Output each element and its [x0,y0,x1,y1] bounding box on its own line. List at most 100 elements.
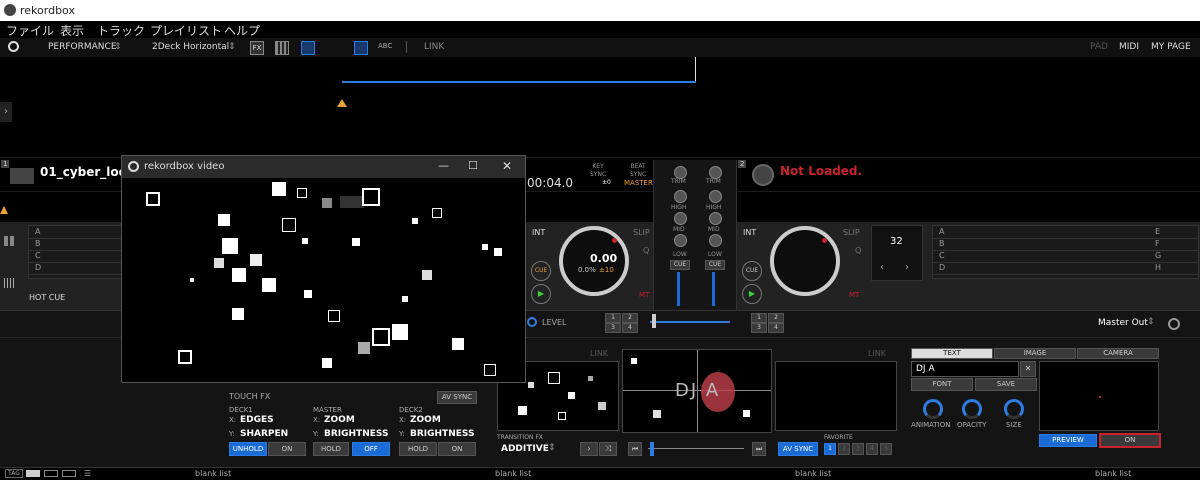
browser-list-2[interactable]: blank list [495,469,531,478]
maximize-icon[interactable]: ☐ [468,159,478,172]
mixer-icon[interactable] [301,41,315,55]
view-toggle-2[interactable] [44,470,58,477]
skip-back-icon[interactable]: ⏮ [628,442,642,456]
mode-chevron-icon[interactable]: ⇕ [114,42,122,52]
ch-button-r4[interactable]: 4 [768,323,784,333]
deck1-unhold-button[interactable]: UNHOLD [229,442,267,456]
deck2-cue-button[interactable]: CUE [742,261,762,281]
touch-fx-av-sync-button[interactable]: AV SYNC [437,391,477,404]
browser-list-4[interactable]: blank list [1095,469,1131,478]
ch1-high-knob[interactable] [674,212,687,225]
deck2-slip-button[interactable]: SLIP [843,228,860,237]
menu-help[interactable]: ヘルプ [224,22,260,39]
sampler-grid-icon[interactable] [275,41,289,55]
master-off-button[interactable]: OFF [352,442,390,456]
deck2-y-select[interactable]: BRIGHTNESS [410,429,474,439]
transition-fx-select[interactable]: ADDITIVE [501,444,549,454]
skip-forward-icon[interactable]: ⏭ [752,442,766,456]
clear-text-icon[interactable]: ✕ [1020,361,1036,377]
ch2-high-knob[interactable] [709,212,722,225]
deck2-hold-button[interactable]: HOLD [399,442,437,456]
tab-camera[interactable]: CAMERA [1077,348,1159,359]
minimize-icon[interactable]: — [438,159,449,172]
font-button[interactable]: FONT [911,378,973,391]
ch-button-1[interactable]: 1 [605,313,621,323]
ch-button-3[interactable]: 3 [605,323,621,333]
deck1-quantize-button[interactable]: Q [643,246,649,255]
ch1-fader[interactable] [677,272,680,306]
master-out-chevron-icon[interactable]: ⇕ [1147,317,1155,327]
list-view-icon[interactable]: ☰ [84,469,91,478]
menu-track[interactable]: トラック [97,22,145,39]
menu-playlist[interactable]: プレイリスト [150,22,222,39]
favorite-1[interactable]: 1 [824,443,836,455]
beat-right-icon[interactable]: › [905,262,909,273]
master-level-knob[interactable] [1168,318,1180,330]
transition-chevron-icon[interactable]: ⇕ [548,443,556,453]
layout-chevron-icon[interactable]: ⇕ [228,42,236,52]
ch1-cue-button[interactable]: CUE [670,260,690,270]
size-knob[interactable] [1004,399,1024,419]
text-on-button[interactable]: ON [1099,433,1161,448]
ch1-trim-knob[interactable] [674,166,687,179]
ch1-mid-knob[interactable] [674,234,687,247]
master-y-select[interactable]: BRIGHTNESS [324,429,388,439]
transition-slider-track[interactable] [648,448,744,449]
master-hold-button[interactable]: HOLD [313,442,349,456]
text-input[interactable]: DJ A [911,361,1019,377]
browser-list-1[interactable]: blank list [195,469,231,478]
favorite-2[interactable]: 2 [838,443,850,455]
deck2-on-button[interactable]: ON [438,442,476,456]
view-toggle-3[interactable] [62,470,76,477]
ch2-trim-knob[interactable] [709,166,722,179]
ch1-trim-knob-2[interactable] [674,190,687,203]
deck2-mt-button[interactable]: MT [849,291,859,299]
deck2-jog-wheel[interactable] [770,226,840,296]
rekordbox-menu-icon[interactable] [8,41,19,52]
hotcue-row[interactable]: D [29,262,122,275]
deck2-play-icon[interactable]: ▶ [742,284,762,304]
video-window-titlebar[interactable]: rekordbox video — ☐ ✕ [122,156,525,178]
lyric-button[interactable]: ABC [378,42,392,50]
deck1-mt-button[interactable]: MT [639,291,649,299]
crossfader-handle[interactable] [652,314,656,328]
master-out-select[interactable]: Master Out [1098,318,1148,328]
midi-button[interactable]: MIDI [1119,42,1139,52]
close-icon[interactable]: ✕ [502,159,512,173]
deck1-on-button[interactable]: ON [268,442,306,456]
deck2-quantize-button[interactable]: Q [855,246,861,255]
link-left-button[interactable]: LINK [590,349,608,358]
link-button[interactable]: LINK [424,42,444,52]
tab-text[interactable]: TEXT [911,348,993,359]
ch2-cue-button[interactable]: CUE [705,260,725,270]
menu-file[interactable]: ファイル [6,22,54,39]
mode-select[interactable]: PERFORMANCE [48,42,117,52]
pad-button[interactable]: PAD [1090,42,1108,52]
ch2-fader[interactable] [712,272,715,306]
favorite-4[interactable]: 4 [866,443,878,455]
beat-sync-label[interactable]: BEAT SYNC [630,163,646,179]
key-sync-label[interactable]: KEY SYNC [590,163,606,179]
browser-list-3[interactable]: blank list [795,469,831,478]
deck1-y-select[interactable]: SHARPEN [240,429,288,439]
favorite-5[interactable]: 5 [880,443,892,455]
layout-select[interactable]: 2Deck Horizontal [152,42,229,52]
deck1-x-select[interactable]: EDGES [240,415,274,425]
ch-button-r2[interactable]: 2 [768,313,784,323]
deck1-play-icon[interactable]: ▶ [531,284,551,304]
deck1-int-button[interactable]: INT [532,228,545,237]
mypage-button[interactable]: MY PAGE [1151,42,1191,52]
video-icon[interactable] [354,41,368,55]
ch-button-r1[interactable]: 1 [751,313,767,323]
animation-knob[interactable] [923,399,943,419]
favorite-3[interactable]: 3 [852,443,864,455]
pad-grid-icon[interactable] [4,236,14,246]
view-toggle-1[interactable] [26,470,40,477]
deck1-slip-button[interactable]: SLIP [633,228,650,237]
transition-slider-handle[interactable] [650,442,654,456]
ch2-mid-knob[interactable] [709,234,722,247]
level-knob-icon[interactable] [527,317,537,327]
master-button[interactable]: MASTER [624,179,653,187]
deck2-int-button[interactable]: INT [743,228,756,237]
ch-button-2[interactable]: 2 [622,313,638,323]
